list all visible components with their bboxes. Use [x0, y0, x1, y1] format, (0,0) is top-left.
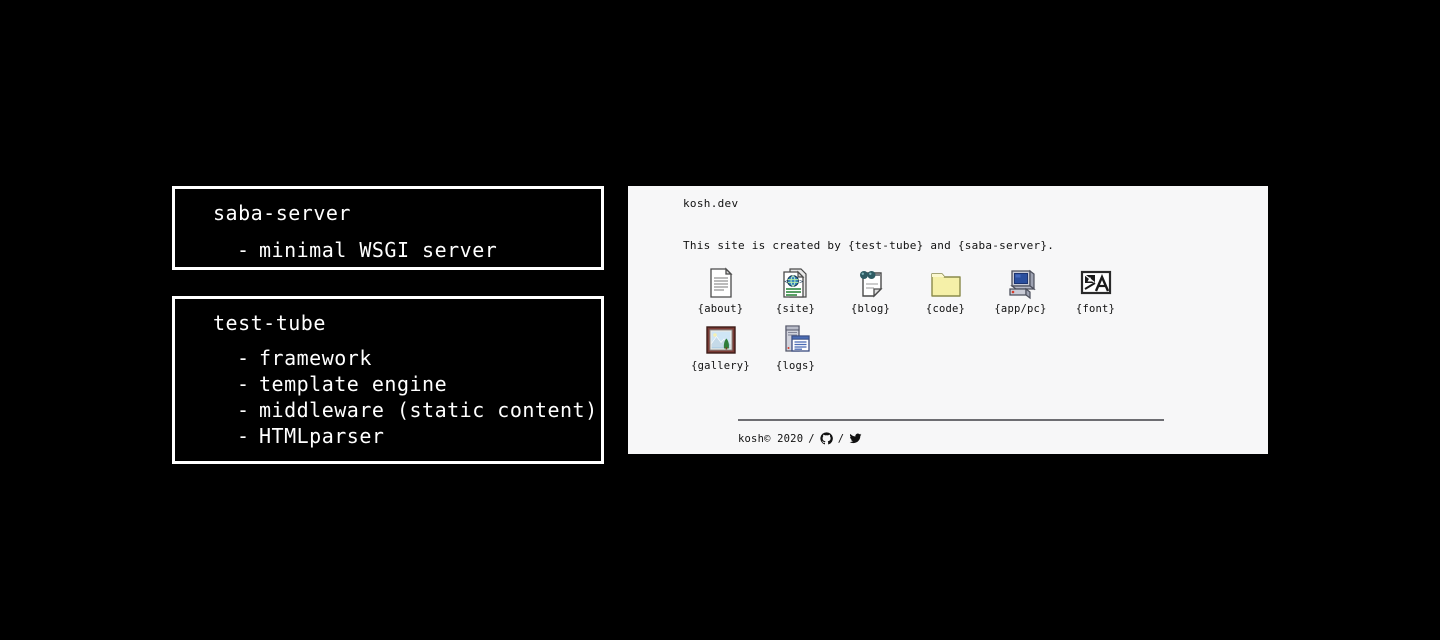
spec-feature-item: - middleware (static content) [175, 397, 601, 423]
site-link-label: {blog} [850, 303, 891, 315]
site-link-label: {font} [1075, 303, 1116, 315]
spec-card-title: saba-server [213, 201, 351, 225]
site-link-code[interactable]: {code} [908, 266, 983, 315]
site-link-label: {code} [925, 303, 966, 315]
site-link-logs[interactable]: {logs} [758, 323, 833, 372]
site-link-label: {app/pc} [994, 303, 1047, 315]
spec-feature-item: - minimal WSGI server [175, 237, 601, 263]
site-preview-panel: kosh.dev This site is created by {test-t… [628, 186, 1268, 454]
site-link-font[interactable]: {font} [1058, 266, 1133, 315]
font-icon [1079, 266, 1113, 300]
server-window-icon [779, 323, 813, 357]
spec-feature-label: middleware (static content) [259, 398, 598, 422]
site-icon-grid: {about} < > {site} {blog} {code} {app/pc… [683, 266, 1203, 380]
github-icon[interactable] [820, 432, 833, 445]
document-icon [704, 266, 738, 300]
site-link-label: {about} [697, 303, 744, 315]
site-link-gallery[interactable]: {gallery} [683, 323, 758, 372]
site-link-about[interactable]: {about} [683, 266, 758, 315]
svg-text:>: > [799, 277, 803, 285]
spec-feature-list: - framework - template engine - middleware … [175, 345, 601, 449]
spec-card-title: test-tube [213, 311, 326, 335]
bullet-dash-icon: - [237, 424, 250, 448]
bullet-dash-icon: - [237, 398, 250, 422]
twitter-icon[interactable] [849, 432, 862, 445]
spec-feature-label: template engine [259, 372, 448, 396]
footer-line: kosh© 2020 / / [738, 432, 1164, 445]
site-link-label: {logs} [775, 360, 816, 372]
bullet-dash-icon: - [237, 346, 250, 370]
footer-separator: / [837, 432, 845, 445]
computer-icon [1004, 266, 1038, 300]
footer-separator: / [808, 432, 815, 445]
spec-feature-label: framework [259, 346, 372, 370]
bullet-dash-icon: - [237, 372, 250, 396]
globe-document-icon: < > [779, 266, 813, 300]
site-link-blog[interactable]: {blog} [833, 266, 908, 315]
footer-divider [738, 419, 1164, 421]
spec-card-saba-server: saba-server - minimal WSGI server [172, 186, 604, 270]
site-brand-title: kosh.dev [683, 197, 739, 210]
spec-card-test-tube: test-tube - framework - template engine -m… [172, 296, 604, 464]
spec-feature-item: - template engine [175, 371, 601, 397]
site-content: kosh.dev This site is created by {test-t… [683, 197, 1216, 454]
site-link-label: {gallery} [691, 360, 750, 372]
spec-feature-item: - HTMLparser [175, 423, 601, 449]
spec-feature-label: HTMLparser [259, 424, 385, 448]
site-link-label: {site} [775, 303, 816, 315]
footer-copyright: kosh© 2020 [738, 432, 804, 445]
pinned-note-icon [854, 266, 888, 300]
folder-icon [929, 266, 963, 300]
spec-feature-list: - minimal WSGI server [175, 237, 601, 263]
site-link-app-pc[interactable]: {app/pc} [983, 266, 1058, 315]
bullet-dash-icon: - [237, 238, 250, 262]
svg-text:<: < [784, 277, 788, 285]
spec-feature-item: - framework [175, 345, 601, 371]
site-footer: kosh© 2020 / / [738, 419, 1164, 445]
site-tagline: This site is created by {test-tube} and … [683, 239, 1055, 252]
site-link-site[interactable]: < > {site} [758, 266, 833, 315]
spec-card-column: saba-server - minimal WSGI server test-tu… [172, 186, 604, 464]
spec-feature-label: minimal WSGI server [259, 238, 498, 262]
framed-picture-icon [704, 323, 738, 357]
